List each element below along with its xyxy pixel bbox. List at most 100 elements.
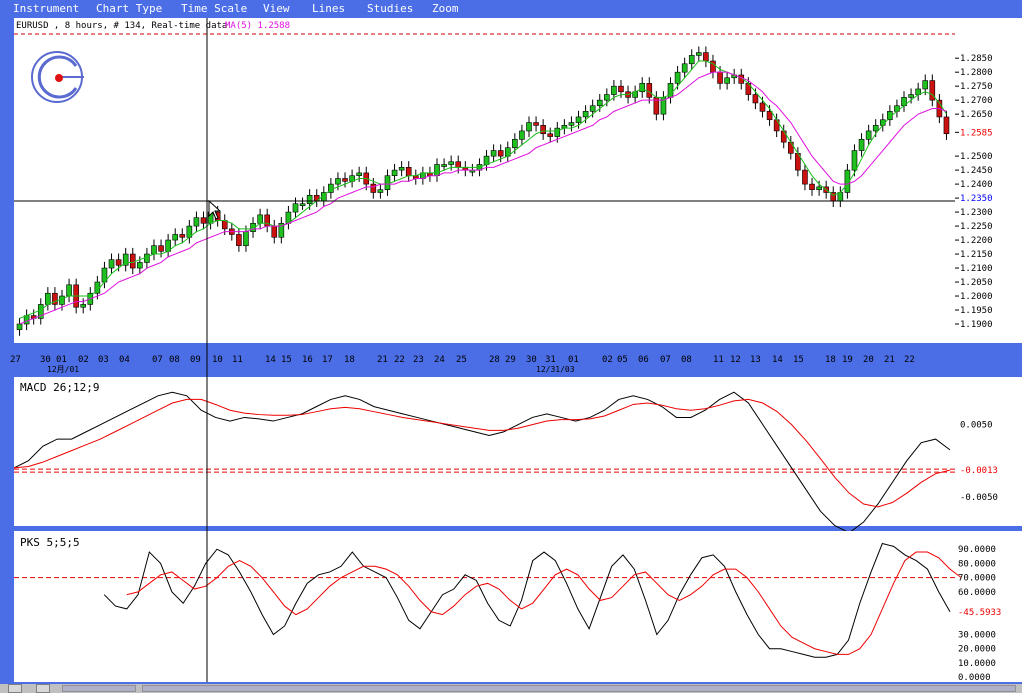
candle-body bbox=[200, 217, 207, 224]
candle-body bbox=[865, 130, 872, 140]
scroll-track[interactable] bbox=[62, 685, 136, 692]
date-tick-label: 19 bbox=[842, 355, 853, 365]
candle-body bbox=[639, 83, 646, 93]
candle-body bbox=[618, 85, 624, 93]
candle-body bbox=[837, 192, 844, 202]
candle-body bbox=[115, 259, 122, 266]
price-tick-label: 1.2450 bbox=[960, 166, 993, 176]
price-tick-label: 1.2150 bbox=[960, 250, 993, 260]
date-tick-label: 06 bbox=[638, 355, 649, 365]
candle-body bbox=[151, 245, 157, 255]
pks-tick-label: 0.0000 bbox=[958, 673, 991, 683]
candle-body bbox=[405, 167, 412, 177]
candle-body bbox=[773, 119, 780, 132]
scroll-left-button[interactable] bbox=[8, 684, 22, 693]
candle-body bbox=[908, 94, 914, 98]
price-tick-label: 1.2100 bbox=[960, 264, 993, 274]
candle-body bbox=[108, 259, 115, 269]
date-tick-label: 22 bbox=[394, 355, 405, 365]
candle-body bbox=[582, 111, 589, 118]
candle-body bbox=[45, 292, 51, 305]
date-tick-label: 23 bbox=[413, 355, 424, 365]
candle-body bbox=[858, 139, 865, 151]
date-tick-label: 11 bbox=[232, 355, 243, 365]
macd-tick-label: -0.0013 bbox=[960, 466, 998, 476]
price-tick-label: 1.2000 bbox=[960, 292, 993, 302]
candle-body bbox=[80, 304, 87, 308]
macd-axis bbox=[955, 377, 1022, 526]
candle-body bbox=[696, 52, 702, 56]
date-tick-label: 14 bbox=[265, 355, 276, 365]
price-tick-label: 1.1950 bbox=[960, 306, 993, 316]
pks-tick-label: 90.0000 bbox=[958, 545, 996, 555]
scroll-track[interactable] bbox=[142, 685, 1016, 692]
candle-body bbox=[717, 71, 723, 84]
scroll-button[interactable] bbox=[36, 684, 50, 693]
price-tick-label: 1.2250 bbox=[960, 222, 993, 232]
candle-body bbox=[703, 52, 709, 62]
candle-body bbox=[780, 130, 787, 143]
candle-body bbox=[23, 315, 30, 325]
date-tick-label: 13 bbox=[750, 355, 761, 365]
candle-body bbox=[851, 150, 858, 171]
candle-body bbox=[519, 130, 525, 140]
candle-body bbox=[922, 80, 929, 90]
date-tick-label: 10 bbox=[212, 355, 223, 365]
candle-body bbox=[526, 122, 532, 132]
macd-panel[interactable] bbox=[14, 377, 955, 526]
price-tick-label: 1.2750 bbox=[960, 82, 993, 92]
candle-body bbox=[292, 203, 299, 213]
candle-body bbox=[646, 83, 653, 98]
price-tick-label: 1.2700 bbox=[960, 96, 993, 106]
candle-body bbox=[688, 55, 695, 65]
candle-body bbox=[512, 139, 518, 149]
candle-body bbox=[724, 77, 730, 84]
price-tick-label: 1.2585 bbox=[960, 128, 993, 138]
status-footer bbox=[0, 684, 1022, 693]
pks-panel[interactable] bbox=[14, 531, 955, 682]
date-tick-label: 18 bbox=[825, 355, 836, 365]
candle-body bbox=[342, 178, 348, 182]
date-tick-label: 24 bbox=[434, 355, 445, 365]
candle-body bbox=[179, 234, 186, 238]
date-tick-label: 12 bbox=[730, 355, 741, 365]
candle-body bbox=[568, 122, 575, 126]
candle-body bbox=[193, 217, 200, 227]
candle-body bbox=[448, 161, 454, 165]
candle-body bbox=[752, 94, 759, 104]
candle-body bbox=[299, 203, 306, 206]
candle-body bbox=[802, 169, 808, 185]
candle-body bbox=[221, 220, 228, 230]
candle-body bbox=[943, 116, 950, 135]
date-tick-label: 07 bbox=[660, 355, 671, 365]
chart-canvas[interactable]: EURUSD , 8 hours, # 134, Real-time data … bbox=[0, 0, 1022, 684]
candle-body bbox=[766, 111, 773, 121]
date-tick-label: 18 bbox=[344, 355, 355, 365]
price-tick-label: 1.2800 bbox=[960, 68, 993, 78]
date-tick-label: 07 bbox=[152, 355, 163, 365]
date-tick-label: 03 bbox=[98, 355, 109, 365]
price-panel[interactable] bbox=[14, 18, 955, 343]
candle-body bbox=[144, 253, 150, 263]
price-tick-label: 1.2850 bbox=[960, 54, 993, 64]
pks-tick-label: -45.5933 bbox=[958, 608, 1001, 618]
candle-body bbox=[575, 116, 582, 123]
date-tick-label: 02 bbox=[78, 355, 89, 365]
date-tick-label: 20 bbox=[863, 355, 874, 365]
candle-body bbox=[158, 245, 164, 252]
date-tick-label: 05 bbox=[617, 355, 628, 365]
date-tick-label: 28 bbox=[489, 355, 500, 365]
candle-body bbox=[816, 186, 822, 190]
candle-body bbox=[236, 234, 242, 246]
candle-body bbox=[596, 99, 603, 107]
candle-body bbox=[16, 323, 23, 330]
price-tick-label: 1.2650 bbox=[960, 110, 993, 120]
candle-body bbox=[483, 155, 490, 165]
candle-body bbox=[137, 262, 143, 269]
candle-body bbox=[398, 167, 405, 171]
date-tick-label: 01 bbox=[568, 355, 579, 365]
macd-tick-label: -0.0050 bbox=[960, 493, 998, 503]
date-tick-label: 11 bbox=[713, 355, 724, 365]
candle-body bbox=[589, 105, 596, 112]
ma-overlay-label: MA(5) 1.2588 bbox=[225, 21, 290, 31]
